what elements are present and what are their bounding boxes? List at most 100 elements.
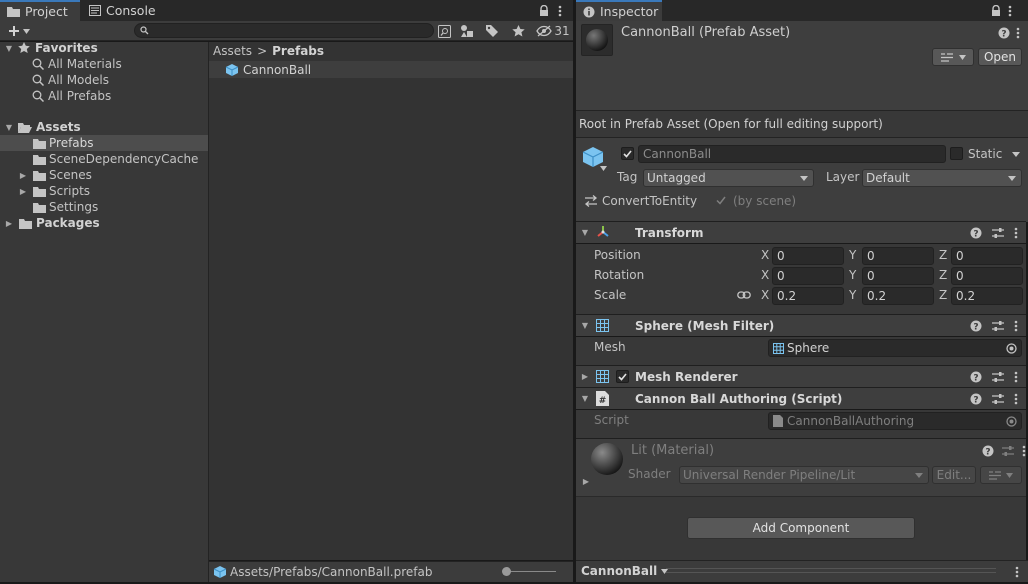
preview-target-dropdown[interactable]: CannonBall — [581, 563, 669, 579]
prefab-cube-large-icon[interactable] — [582, 146, 604, 168]
mesh-filter-header[interactable]: ▼ Sphere (Mesh Filter) ? — [576, 314, 1026, 336]
search-input[interactable] — [134, 23, 434, 38]
object-picker-icon[interactable] — [1006, 416, 1017, 427]
tree-item-all-models[interactable]: All Models — [0, 72, 208, 88]
tree-item-prefabs[interactable]: Prefabs — [0, 135, 208, 151]
gameobject-name-field[interactable]: CannonBall — [638, 145, 946, 163]
position-x-field[interactable]: 0 — [772, 247, 844, 265]
mesh-renderer-enabled-checkbox[interactable] — [616, 370, 629, 383]
help-icon[interactable]: ? — [970, 320, 982, 332]
script-object-field[interactable]: CannonBallAuthoring — [768, 412, 1022, 430]
kebab-menu-icon[interactable] — [556, 4, 564, 17]
chevron-down-icon — [800, 176, 808, 181]
material-sphere-preview — [590, 442, 624, 476]
tree-assets[interactable]: ▼ Assets — [0, 119, 208, 135]
material-settings-dropdown[interactable] — [980, 466, 1022, 484]
help-icon[interactable]: ? — [982, 445, 994, 457]
icon-size-slider[interactable] — [502, 567, 558, 576]
slider-thumb[interactable] — [502, 567, 511, 576]
kebab-menu-icon[interactable] — [1014, 227, 1018, 239]
help-icon[interactable]: ? — [970, 227, 982, 239]
star-favorite-icon[interactable] — [510, 22, 526, 40]
active-checkbox[interactable] — [621, 147, 634, 160]
create-dropdown[interactable] — [4, 23, 34, 39]
preset-sliders-icon[interactable] — [1002, 445, 1014, 457]
tree-item-scenedependencycache[interactable]: SceneDependencyCache — [0, 151, 208, 167]
tree-item-label: All Materials — [48, 57, 122, 71]
search-icon — [140, 26, 149, 35]
tree-item-scripts[interactable]: ▶ Scripts — [0, 183, 208, 199]
layer-dropdown[interactable]: Default — [862, 169, 1022, 187]
preset-sliders-icon[interactable] — [992, 371, 1004, 383]
chevron-down-icon[interactable] — [1012, 152, 1020, 157]
kebab-menu-icon[interactable] — [1006, 4, 1014, 17]
label-tag-icon[interactable] — [484, 22, 500, 40]
preset-sliders-icon[interactable] — [992, 227, 1004, 239]
help-icon[interactable]: ? — [997, 26, 1010, 39]
position-y-field[interactable]: 0 — [862, 247, 934, 265]
component-title: Sphere (Mesh Filter) — [635, 318, 775, 333]
hidden-packages-toggle[interactable]: 31 — [536, 22, 570, 40]
tag-label: Tag — [617, 170, 638, 184]
tree-favorites[interactable]: ▼ Favorites — [0, 40, 208, 56]
scale-y-field[interactable]: 0.2 — [862, 287, 934, 305]
tab-project[interactable]: Project — [0, 0, 80, 21]
collapsed-triangle-icon[interactable]: ▶ — [581, 476, 591, 486]
rotation-z-field[interactable]: 0 — [951, 267, 1023, 285]
preset-sliders-icon[interactable] — [992, 393, 1004, 405]
settings-dropdown-button[interactable] — [932, 48, 974, 66]
lock-icon[interactable] — [538, 4, 550, 17]
kebab-menu-icon[interactable] — [1014, 371, 1018, 383]
kebab-menu-icon[interactable] — [1022, 445, 1026, 457]
tree-item-settings[interactable]: Settings — [0, 199, 208, 215]
kebab-menu-icon[interactable] — [1014, 320, 1018, 332]
open-button[interactable]: Open — [978, 48, 1022, 66]
collapsed-triangle-icon: ▶ — [581, 372, 589, 381]
expanded-triangle-icon: ▼ — [5, 43, 13, 53]
preset-sliders-icon[interactable] — [992, 320, 1004, 332]
static-checkbox[interactable] — [950, 147, 963, 160]
rotation-y-field[interactable]: 0 — [862, 267, 934, 285]
tab-inspector[interactable]: Inspector — [576, 0, 662, 21]
tree-item-all-materials[interactable]: All Materials — [0, 56, 208, 72]
svg-text:#: # — [599, 396, 607, 406]
lock-icon[interactable] — [990, 4, 1002, 17]
chevron-down-icon[interactable] — [600, 166, 607, 171]
object-picker-icon[interactable] — [1006, 343, 1017, 354]
tree-item-label: Scripts — [49, 184, 91, 198]
tree-packages[interactable]: ▶ Packages — [0, 215, 208, 231]
add-component-button[interactable]: Add Component — [687, 517, 915, 539]
tree-item-scenes[interactable]: ▶ Scenes — [0, 167, 208, 183]
link-constrain-icon[interactable] — [737, 290, 751, 300]
file-item-cannonball[interactable]: CannonBall — [209, 61, 573, 78]
breadcrumb-root[interactable]: Assets — [213, 44, 252, 58]
filter-by-type-icon[interactable] — [459, 22, 475, 40]
field-value: 0 — [956, 269, 964, 283]
mesh-renderer-header[interactable]: ▶ Mesh Renderer ? — [576, 365, 1026, 387]
help-icon[interactable]: ? — [970, 371, 982, 383]
transform-header[interactable]: ▼ Transform ? — [576, 221, 1026, 243]
scale-z-field[interactable]: 0.2 — [951, 287, 1023, 305]
tab-console[interactable]: Console — [82, 0, 162, 21]
scale-x-field[interactable]: 0.2 — [772, 287, 844, 305]
kebab-menu-icon[interactable] — [1014, 393, 1018, 405]
preview-drag-handle[interactable] — [666, 568, 996, 573]
z-axis-label: Z — [939, 248, 948, 262]
kebab-menu-icon[interactable] — [1013, 565, 1021, 578]
position-z-field[interactable]: 0 — [951, 247, 1023, 265]
mesh-grid-icon — [596, 319, 609, 332]
tree-item-all-prefabs[interactable]: All Prefabs — [0, 88, 208, 104]
cannonball-authoring-header[interactable]: ▼ # Cannon Ball Authoring (Script) ? — [576, 387, 1026, 409]
shader-edit-button[interactable]: Edit... — [932, 466, 976, 484]
kebab-menu-icon[interactable] — [1014, 26, 1022, 39]
root-notice: Root in Prefab Asset (Open for full edit… — [576, 110, 1028, 137]
help-icon[interactable]: ? — [970, 393, 982, 405]
tree-item-label: Prefabs — [49, 136, 94, 150]
rotation-x-field[interactable]: 0 — [772, 267, 844, 285]
search-by-type-icon[interactable] — [436, 22, 452, 40]
tag-dropdown[interactable]: Untagged — [643, 169, 814, 187]
shader-dropdown[interactable]: Universal Render Pipeline/Lit — [679, 466, 929, 484]
mesh-object-field[interactable]: Sphere — [768, 339, 1022, 357]
breadcrumb-current[interactable]: Prefabs — [272, 44, 324, 58]
x-axis-label: X — [761, 288, 770, 302]
